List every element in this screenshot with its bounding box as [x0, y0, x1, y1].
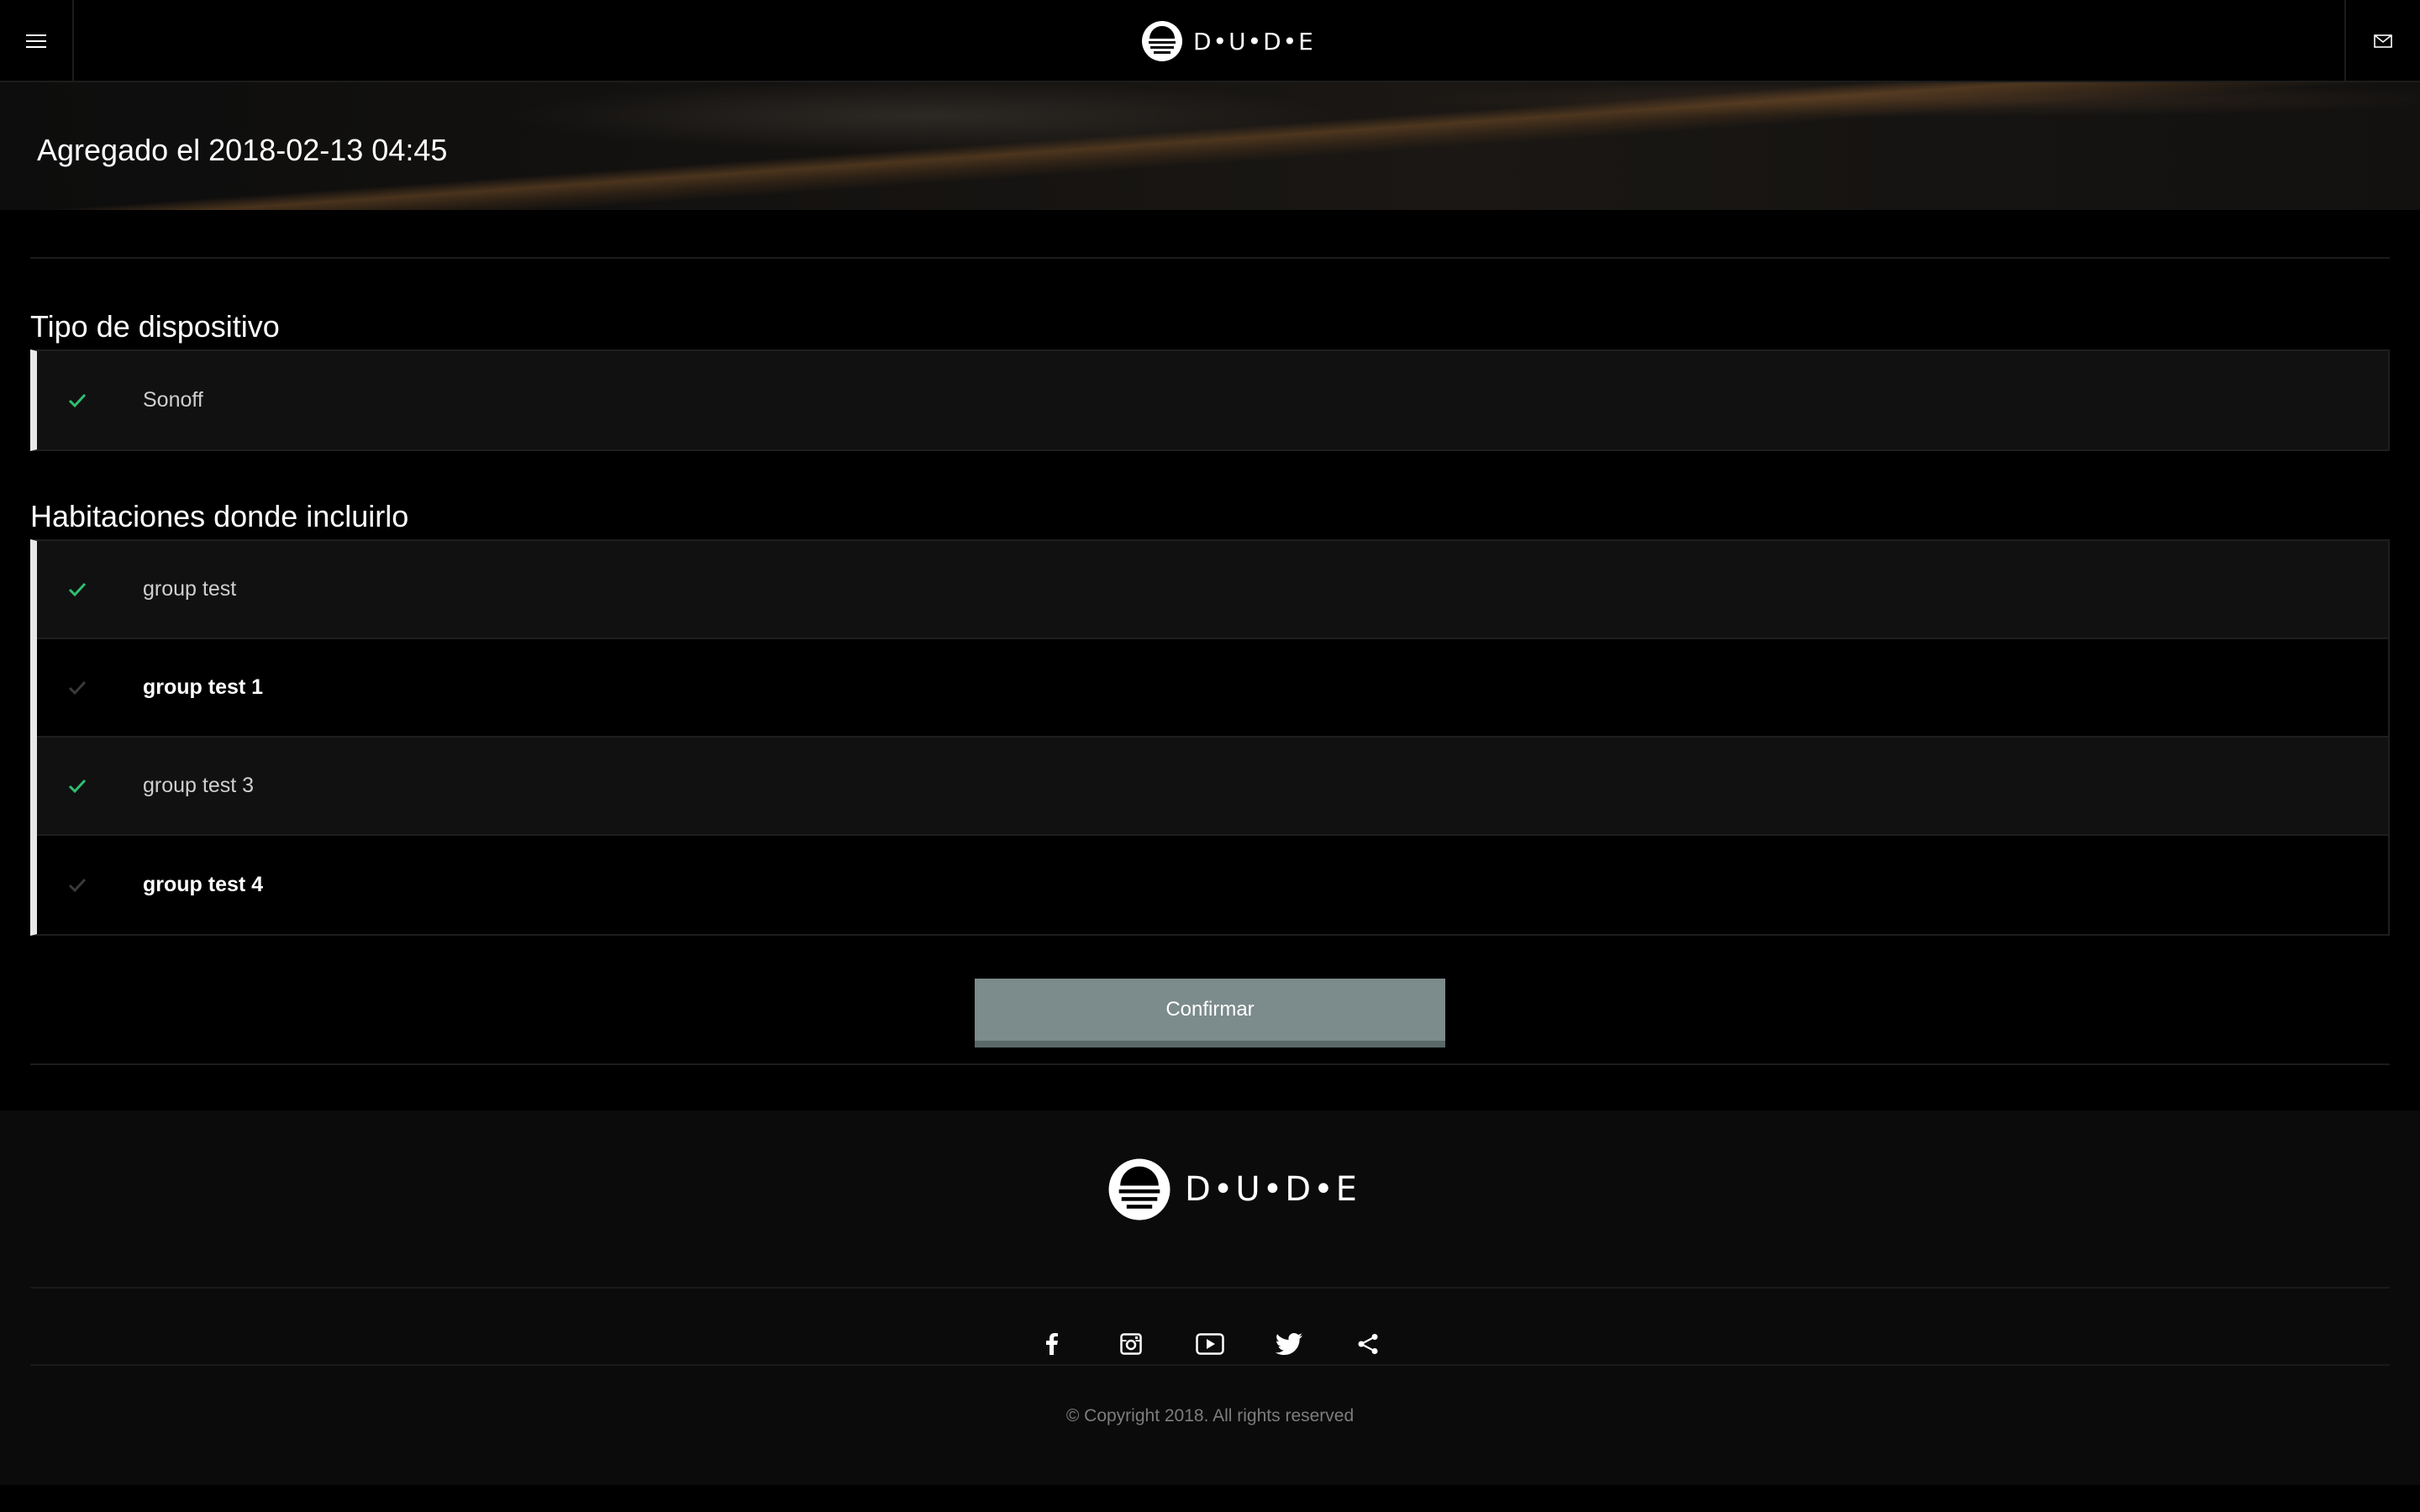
section-divider: [30, 257, 2390, 259]
device-type-title: Tipo de dispositivo: [30, 309, 280, 344]
youtube-icon[interactable]: [1192, 1326, 1228, 1362]
top-navbar: D•U•D•E: [0, 0, 2420, 82]
footer-brand-name: D•U•D•E: [1185, 1170, 1360, 1209]
list-item-label: group test 3: [143, 774, 255, 797]
section-divider: [30, 1063, 2390, 1065]
list-item-label: group test 4: [143, 873, 264, 896]
twitter-icon[interactable]: [1270, 1326, 1307, 1362]
brand-logo[interactable]: D•U•D•E: [1141, 18, 1315, 64]
check-icon: [37, 582, 118, 597]
hero-banner: Agregado el 2018-02-13 04:45: [0, 82, 2420, 210]
dude-logo-icon: [1108, 1158, 1171, 1221]
dude-logo-icon: [1142, 21, 1182, 61]
check-icon: [37, 779, 118, 794]
rooms-list: group test group test 1 group test 3 gro…: [30, 539, 2390, 936]
list-item-group-test-3[interactable]: group test 3: [37, 738, 2388, 836]
list-item-label: Sonoff: [143, 388, 203, 412]
facebook-icon[interactable]: [1034, 1326, 1071, 1362]
page-title: Agregado el 2018-02-13 04:45: [37, 133, 448, 167]
device-type-list: Sonoff: [30, 349, 2390, 451]
list-item-group-test[interactable]: group test: [37, 541, 2388, 639]
check-icon: [37, 393, 118, 408]
instagram-icon[interactable]: [1113, 1326, 1150, 1362]
footer: D•U•D•E © Copyright 2018. All rights res…: [0, 1110, 2420, 1485]
list-item-label: group test: [143, 577, 237, 601]
share-icon[interactable]: [1349, 1326, 1386, 1362]
footer-divider: [30, 1287, 2390, 1289]
menu-button[interactable]: [0, 0, 74, 82]
copyright-text: © Copyright 2018. All rights reserved: [1065, 1406, 1355, 1425]
mail-button[interactable]: [2344, 0, 2420, 82]
confirm-button[interactable]: Confirmar: [975, 979, 1445, 1047]
footer-divider: [30, 1364, 2390, 1366]
hamburger-menu-icon: [26, 34, 46, 48]
check-icon: [37, 680, 118, 696]
mail-icon: [2374, 34, 2392, 48]
list-item-group-test-4[interactable]: group test 4: [37, 836, 2388, 934]
footer-brand-logo[interactable]: D•U•D•E: [1107, 1158, 1360, 1221]
check-icon: [37, 878, 118, 893]
list-item-sonoff[interactable]: Sonoff: [37, 351, 2388, 449]
social-links: [1034, 1312, 1386, 1376]
list-item-group-test-1[interactable]: group test 1: [37, 639, 2388, 738]
rooms-title: Habitaciones donde incluirlo: [30, 499, 409, 533]
brand-name: D•U•D•E: [1193, 27, 1315, 55]
bottom-strip: [0, 1485, 2420, 1512]
list-item-label: group test 1: [143, 675, 264, 699]
